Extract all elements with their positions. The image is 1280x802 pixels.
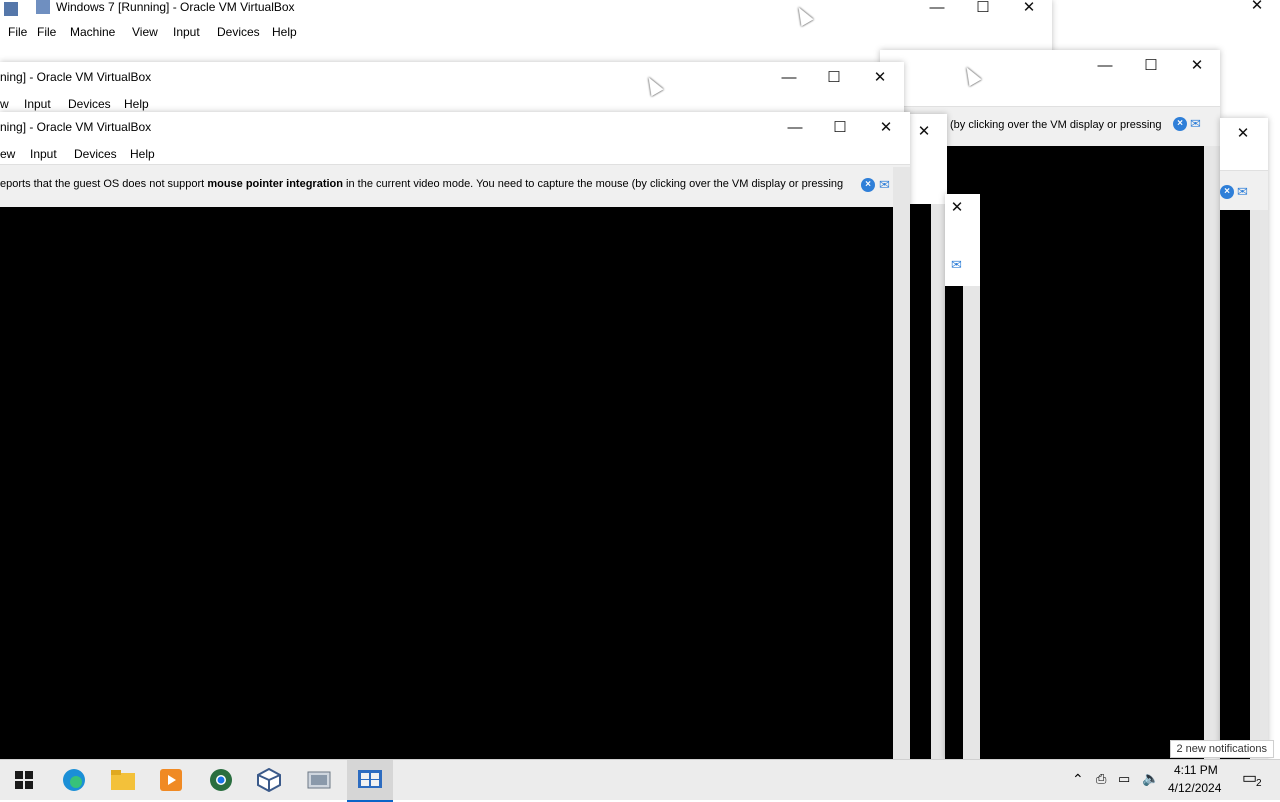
menu-input[interactable]: Input bbox=[30, 147, 57, 161]
scrollbar[interactable] bbox=[893, 167, 910, 760]
titlebar[interactable]: Windows 7 [Running] - Oracle VM VirtualB… bbox=[0, 0, 1052, 18]
maximize-button[interactable]: ☐ bbox=[960, 0, 1006, 22]
menu-file-partial[interactable]: File bbox=[8, 25, 27, 39]
minimize-button[interactable]: — bbox=[914, 0, 960, 22]
close-button[interactable]: ✕ bbox=[1220, 118, 1266, 148]
menu-devices[interactable]: Devices bbox=[74, 147, 117, 161]
menu-help[interactable]: Help bbox=[124, 97, 149, 111]
notice-close-icon[interactable]: × bbox=[861, 178, 875, 192]
scrollbar[interactable] bbox=[963, 286, 980, 760]
vm-display[interactable] bbox=[0, 207, 893, 760]
close-button[interactable]: ✕ bbox=[1174, 50, 1220, 80]
file-explorer-icon[interactable] bbox=[107, 764, 139, 796]
device-icon[interactable]: ⎙ bbox=[1096, 771, 1106, 787]
menu-devices[interactable]: Devices bbox=[68, 97, 111, 111]
maximize-button[interactable]: ☐ bbox=[817, 112, 863, 142]
menubar: File File Machine View Input Devices Hel… bbox=[0, 22, 1052, 44]
vbox-app-icon bbox=[4, 2, 18, 16]
notice-text: eports that the guest OS does not suppor… bbox=[0, 178, 844, 190]
notice-text: (by clicking over the VM display or pres… bbox=[950, 119, 1162, 131]
start-icon[interactable] bbox=[8, 764, 40, 796]
clock-time[interactable]: 4:11 PM bbox=[1174, 763, 1218, 777]
chrome-icon[interactable] bbox=[205, 764, 237, 796]
windows7-vm-icon[interactable] bbox=[347, 760, 393, 802]
scrollbar[interactable] bbox=[1204, 146, 1220, 760]
menu-devices[interactable]: Devices bbox=[217, 25, 260, 39]
close-button[interactable]: ✕ bbox=[905, 116, 947, 146]
vm-display[interactable] bbox=[1220, 210, 1250, 760]
virtualbox-icon[interactable] bbox=[253, 764, 285, 796]
vbox-window-far-right: ✕ × ✉ bbox=[1220, 118, 1268, 760]
window-title: Windows 7 [Running] - Oracle VM VirtualB… bbox=[56, 0, 295, 14]
notice-mute-icon[interactable]: ✉ bbox=[1237, 185, 1253, 199]
menu-help[interactable]: Help bbox=[130, 147, 155, 161]
maximize-button[interactable]: ☐ bbox=[811, 62, 857, 92]
vbox-window-stack-a: ✕ bbox=[905, 114, 947, 760]
scrollbar[interactable] bbox=[1250, 210, 1268, 760]
window-title: ning] - Oracle VM VirtualBox bbox=[0, 120, 152, 134]
menu-view[interactable]: ew bbox=[0, 147, 15, 161]
vm-display[interactable] bbox=[945, 286, 963, 760]
mouse-integration-notice: × ✉ bbox=[1220, 170, 1268, 212]
close-button[interactable]: ✕ bbox=[945, 194, 980, 222]
titlebar[interactable]: ning] - Oracle VM VirtualBox — ☐ ✕ bbox=[0, 112, 910, 142]
menu-help[interactable]: Help bbox=[272, 25, 297, 39]
vm-manager-icon[interactable] bbox=[303, 764, 335, 796]
close-button[interactable]: ✕ bbox=[863, 112, 909, 142]
edge-icon[interactable] bbox=[58, 764, 90, 796]
maximize-button[interactable]: ☐ bbox=[1128, 50, 1174, 80]
minimize-button[interactable]: — bbox=[1082, 50, 1128, 80]
notice-mute-icon[interactable]: ✉ bbox=[1190, 117, 1206, 131]
notification-toast[interactable]: 2 new notifications bbox=[1169, 740, 1274, 758]
notice-mute-icon[interactable]: ✉ bbox=[951, 258, 967, 272]
media-player-icon[interactable] bbox=[155, 764, 187, 796]
mouse-integration-notice: eports that the guest OS does not suppor… bbox=[0, 164, 910, 208]
volume-icon[interactable]: 🔈 bbox=[1142, 770, 1159, 787]
system-tray: ⌃ ⎙ ▭ 🔈 4:11 PM 4/12/2024 ▭ 2 bbox=[1066, 760, 1280, 800]
notice-bold: mouse pointer integration bbox=[207, 178, 343, 190]
minimize-button[interactable]: — bbox=[772, 112, 818, 142]
menu-view[interactable]: View bbox=[132, 25, 158, 39]
close-button[interactable]: ✕ bbox=[1006, 0, 1052, 22]
titlebar[interactable]: — ☐ ✕ bbox=[880, 50, 1220, 80]
clock-date[interactable]: 4/12/2024 bbox=[1168, 781, 1221, 795]
vbox-app-icon-2 bbox=[36, 0, 50, 14]
titlebar[interactable]: ning] - Oracle VM VirtualBox — ☐ ✕ bbox=[0, 62, 904, 92]
minimize-button[interactable]: — bbox=[766, 62, 812, 92]
chevron-up-icon[interactable]: ⌃ bbox=[1072, 771, 1084, 788]
menu-input[interactable]: Input bbox=[24, 97, 51, 111]
menu-machine[interactable]: Machine bbox=[70, 25, 115, 39]
taskbar: ⌃ ⎙ ▭ 🔈 4:11 PM 4/12/2024 ▭ 2 bbox=[0, 759, 1280, 802]
notice-close-icon[interactable]: × bbox=[1220, 185, 1234, 199]
window-title: ning] - Oracle VM VirtualBox bbox=[0, 70, 152, 84]
menu-view[interactable]: w bbox=[0, 97, 9, 111]
vbox-window-front: ning] - Oracle VM VirtualBox — ☐ ✕ ew In… bbox=[0, 112, 910, 760]
menu-file[interactable]: File bbox=[37, 25, 56, 39]
background-close-button[interactable]: ✕ bbox=[1234, 0, 1280, 20]
close-button[interactable]: ✕ bbox=[857, 62, 903, 92]
network-icon[interactable]: ▭ bbox=[1118, 771, 1130, 787]
notice-close-icon[interactable]: × bbox=[1173, 117, 1187, 131]
vbox-window-stack-b: ✕ ✉ bbox=[945, 194, 980, 760]
menu-input[interactable]: Input bbox=[173, 25, 200, 39]
notification-count-badge: 2 bbox=[1256, 778, 1262, 789]
menubar: ew Input Devices Help bbox=[0, 144, 910, 166]
